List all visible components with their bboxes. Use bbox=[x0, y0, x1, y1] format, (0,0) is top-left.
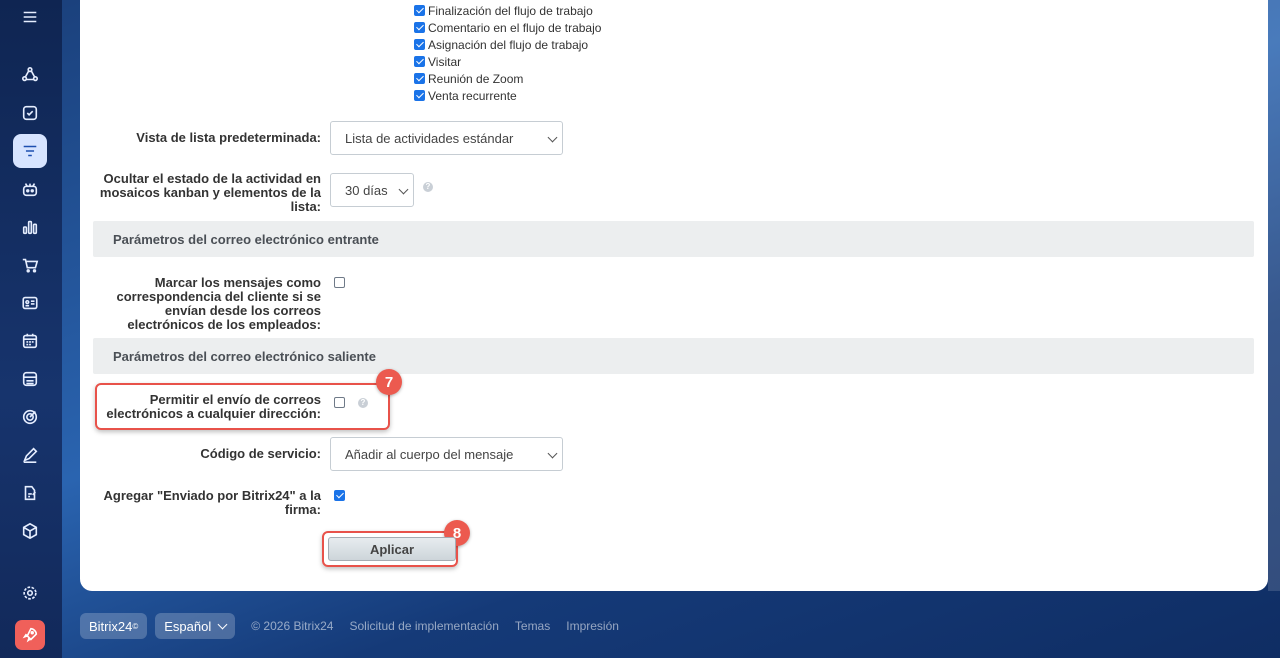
checkbox[interactable] bbox=[414, 5, 425, 16]
activity-types-list: Finalización del flujo de trabajo Coment… bbox=[414, 2, 601, 104]
bitrix24-brand-button[interactable]: Bitrix24 © bbox=[80, 613, 148, 639]
allow-any-address-checkbox[interactable] bbox=[334, 397, 345, 408]
list-item[interactable]: Comentario en el flujo de trabajo bbox=[414, 19, 601, 36]
list-item[interactable]: Reunión de Zoom bbox=[414, 70, 601, 87]
chevron-down-icon bbox=[547, 132, 558, 143]
apply-button[interactable]: Aplicar bbox=[328, 537, 456, 561]
list-item[interactable]: Visitar bbox=[414, 53, 601, 70]
sent-by-signature-label: Agregar "Enviado por Bitrix24" a la firm… bbox=[103, 488, 321, 517]
help-icon[interactable]: ? bbox=[358, 398, 368, 408]
checkbox[interactable] bbox=[414, 39, 425, 50]
sent-by-signature-checkbox[interactable] bbox=[334, 490, 345, 501]
left-sidebar bbox=[0, 0, 62, 658]
mark-client-correspondence-label: Marcar los mensajes como correspondencia… bbox=[116, 275, 321, 332]
filter-funnel-icon[interactable] bbox=[13, 134, 47, 168]
mark-client-correspondence-checkbox[interactable] bbox=[334, 277, 345, 288]
share-network-icon[interactable] bbox=[13, 58, 47, 92]
settings-gear-icon[interactable] bbox=[13, 576, 47, 610]
page-scrollbar[interactable] bbox=[1268, 0, 1280, 591]
robot-icon[interactable] bbox=[13, 172, 47, 206]
bar-chart-icon[interactable] bbox=[13, 210, 47, 244]
crm-settings-panel: Finalización del flujo de trabajo Coment… bbox=[80, 0, 1268, 591]
store-icon[interactable] bbox=[13, 362, 47, 396]
list-item[interactable]: Venta recurrente bbox=[414, 87, 601, 104]
footer-link-themes[interactable]: Temas bbox=[515, 619, 550, 633]
checkbox[interactable] bbox=[414, 73, 425, 84]
hide-status-label: Ocultar el estado de la actividad en mos… bbox=[99, 171, 321, 214]
chevron-down-icon bbox=[398, 184, 409, 195]
footer-link-print[interactable]: Impresión bbox=[566, 619, 619, 633]
cart-icon[interactable] bbox=[13, 248, 47, 282]
list-item[interactable]: Asignación del flujo de trabajo bbox=[414, 36, 601, 53]
menu-icon[interactable] bbox=[13, 0, 47, 34]
document-edit-icon[interactable] bbox=[13, 476, 47, 510]
footer-link-implementation[interactable]: Solicitud de implementación bbox=[349, 619, 498, 633]
target-icon[interactable] bbox=[13, 400, 47, 434]
chevron-down-icon bbox=[217, 619, 228, 629]
service-code-label: Código de servicio: bbox=[200, 446, 321, 461]
contact-card-icon[interactable] bbox=[13, 286, 47, 320]
default-list-view-label: Vista de lista predeterminada: bbox=[136, 130, 321, 145]
default-list-view-select[interactable]: Lista de actividades estándar bbox=[330, 121, 563, 155]
chevron-down-icon bbox=[547, 448, 558, 459]
checkbox-task-icon[interactable] bbox=[13, 96, 47, 130]
incoming-email-section-header: Parámetros del correo electrónico entran… bbox=[93, 221, 1254, 257]
checkbox[interactable] bbox=[414, 56, 425, 67]
checkbox[interactable] bbox=[414, 22, 425, 33]
help-icon[interactable]: ? bbox=[423, 182, 433, 192]
checkbox[interactable] bbox=[414, 90, 425, 101]
service-code-select[interactable]: Añadir al cuerpo del mensaje bbox=[330, 437, 563, 471]
list-item[interactable]: Finalización del flujo de trabajo bbox=[414, 2, 601, 19]
allow-any-address-label: Permitir el envío de correos electrónico… bbox=[106, 392, 321, 421]
step-badge-7: 7 bbox=[376, 369, 402, 395]
outgoing-email-section-header: Parámetros del correo electrónico salien… bbox=[93, 338, 1254, 374]
cube-icon[interactable] bbox=[13, 514, 47, 548]
footer-copyright: © 2026 Bitrix24 bbox=[251, 619, 334, 633]
pen-sign-icon[interactable] bbox=[13, 438, 47, 472]
rocket-icon[interactable] bbox=[15, 620, 45, 650]
calendar-grid-icon[interactable] bbox=[13, 324, 47, 358]
footer: Bitrix24 © Español © 2026 Bitrix24 Solici… bbox=[80, 613, 627, 639]
language-selector[interactable]: Español bbox=[155, 613, 236, 639]
hide-status-select[interactable]: 30 días bbox=[330, 173, 414, 207]
